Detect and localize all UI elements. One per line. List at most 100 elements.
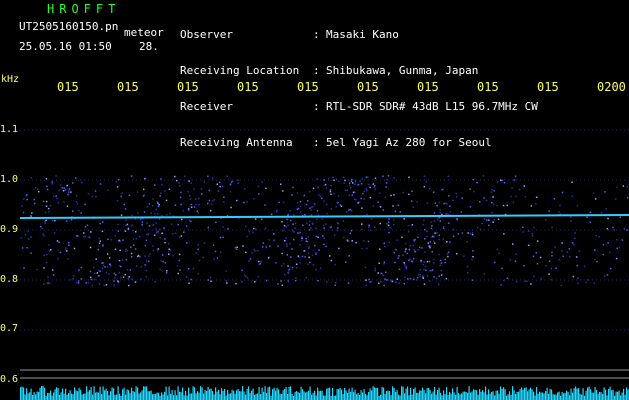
signal-dot bbox=[108, 273, 110, 275]
signal-dot bbox=[148, 260, 150, 263]
signal-dot bbox=[214, 250, 217, 253]
signal-dot bbox=[46, 254, 48, 256]
floor-bar bbox=[242, 386, 244, 400]
signal-dot bbox=[413, 249, 415, 251]
signal-dot bbox=[293, 231, 295, 233]
signal-dot bbox=[433, 236, 436, 238]
signal-dot bbox=[607, 242, 609, 244]
floor-bar bbox=[414, 387, 416, 400]
signal-dot bbox=[461, 232, 464, 234]
floor-bar bbox=[32, 394, 34, 400]
signal-dot bbox=[423, 185, 426, 188]
floor-bar bbox=[383, 387, 385, 400]
signal-dot bbox=[73, 247, 76, 250]
signal-dot bbox=[333, 193, 335, 195]
signal-dot bbox=[26, 198, 28, 201]
signal-dot bbox=[201, 193, 203, 195]
x-tick: 015 bbox=[237, 80, 259, 94]
signal-dot bbox=[189, 198, 192, 200]
signal-dot bbox=[121, 192, 123, 194]
signal-dot bbox=[613, 229, 615, 231]
floor-bar bbox=[369, 388, 371, 400]
floor-bar bbox=[588, 386, 590, 400]
signal-dot bbox=[325, 245, 327, 248]
signal-dot bbox=[336, 222, 339, 224]
floor-bar bbox=[86, 386, 88, 400]
floor-bar bbox=[545, 391, 547, 400]
signal-dot bbox=[62, 190, 65, 192]
signal-dot bbox=[67, 193, 69, 196]
signal-dot bbox=[535, 196, 538, 198]
signal-dot bbox=[46, 188, 49, 191]
signal-dot bbox=[384, 278, 386, 280]
signal-dot bbox=[44, 211, 47, 214]
floor-bar bbox=[420, 390, 422, 400]
floor-bar bbox=[390, 395, 392, 400]
signal-dot bbox=[217, 190, 219, 192]
signal-dot bbox=[235, 282, 237, 285]
signal-dot bbox=[176, 179, 178, 182]
floor-bar bbox=[608, 388, 610, 400]
signal-dot bbox=[463, 255, 465, 257]
floor-bar bbox=[273, 387, 275, 400]
signal-dot bbox=[131, 214, 133, 217]
signal-dot bbox=[548, 210, 550, 212]
signal-dot bbox=[45, 219, 47, 222]
signal-dot bbox=[197, 244, 200, 246]
signal-dot bbox=[152, 245, 154, 247]
signal-dot bbox=[361, 178, 364, 180]
floor-bar bbox=[425, 393, 427, 400]
signal-dot bbox=[286, 243, 288, 245]
signal-dot bbox=[114, 235, 116, 237]
noise-floor bbox=[20, 386, 629, 400]
floor-bar bbox=[219, 394, 221, 400]
floor-bar bbox=[30, 388, 32, 400]
signal-dot bbox=[160, 178, 162, 180]
signal-dot bbox=[561, 250, 563, 252]
floor-bar bbox=[293, 395, 295, 400]
signal-dot bbox=[364, 266, 367, 269]
signal-dot bbox=[55, 175, 57, 177]
signal-dot bbox=[604, 275, 606, 278]
floor-bar bbox=[228, 393, 230, 400]
signal-dot bbox=[305, 276, 308, 279]
signal-dot bbox=[403, 276, 406, 279]
floor-bar bbox=[75, 390, 77, 400]
signal-dot bbox=[258, 193, 260, 195]
signal-dot bbox=[132, 238, 135, 240]
signal-dot bbox=[365, 176, 368, 178]
signal-dot bbox=[52, 274, 55, 276]
floor-bar bbox=[255, 393, 257, 400]
signal-dot bbox=[405, 267, 407, 269]
signal-dot bbox=[312, 206, 314, 208]
signal-dot bbox=[51, 183, 53, 185]
signal-dot bbox=[48, 282, 51, 285]
signal-dot bbox=[372, 183, 375, 185]
signal-dot bbox=[310, 206, 313, 209]
signal-dot bbox=[531, 233, 533, 235]
signal-dot bbox=[103, 284, 106, 287]
signal-dot bbox=[433, 212, 436, 214]
signal-dot bbox=[146, 233, 148, 236]
signal-dot bbox=[296, 202, 299, 204]
signal-dot bbox=[142, 195, 145, 197]
signal-dot bbox=[429, 246, 431, 249]
floor-bar bbox=[611, 390, 613, 400]
signal-dot bbox=[510, 195, 512, 198]
signal-dot bbox=[440, 274, 443, 276]
signal-dot bbox=[28, 238, 30, 240]
signal-dot bbox=[378, 282, 380, 285]
floor-bar bbox=[333, 395, 335, 400]
signal-dot bbox=[452, 228, 455, 231]
signal-dot bbox=[469, 233, 472, 235]
floor-bar bbox=[609, 386, 611, 400]
signal-dot bbox=[230, 206, 232, 209]
signal-dot bbox=[41, 227, 44, 230]
signal-dot bbox=[54, 219, 56, 222]
floor-bar bbox=[44, 387, 46, 400]
signal-dot bbox=[102, 264, 105, 267]
signal-dot bbox=[230, 181, 233, 183]
signal-dot bbox=[158, 218, 161, 220]
x-tick: 015 bbox=[57, 80, 79, 94]
signal-dot bbox=[585, 281, 587, 284]
